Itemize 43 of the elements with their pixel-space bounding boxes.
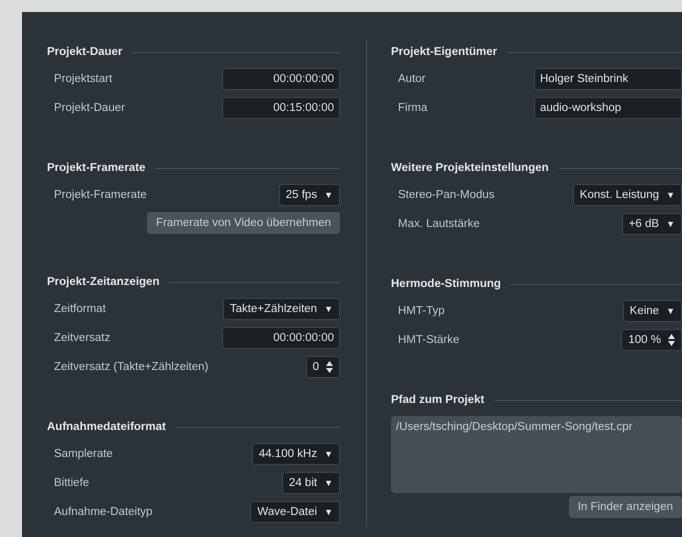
path-field[interactable]: /Users/tsching/Desktop/Summer-Song/test.cpr xyxy=(391,416,682,493)
dropdown[interactable]: Konst. Leistung ▼ xyxy=(572,184,682,206)
field-label: Projekt-Framerate xyxy=(54,188,147,200)
field-label: Max. Lautstärke xyxy=(398,218,480,230)
number-stepper[interactable]: 0 xyxy=(306,356,340,378)
field-label: HMT-Stärke xyxy=(398,334,460,346)
section-heading: Projekt-Dauer xyxy=(47,46,122,58)
section-heading: Pfad zum Projekt xyxy=(391,394,484,406)
stepper-icon[interactable] xyxy=(326,360,333,372)
field-label: Samplerate xyxy=(54,448,113,460)
section-heading: Projekt-Zeitanzeigen xyxy=(47,276,160,288)
dropdown[interactable]: Wave-Datei ▼ xyxy=(250,500,340,522)
field-label: Zeitversatz (Takte+Zählzeiten) xyxy=(54,360,208,372)
field-label: Projekt-Dauer xyxy=(54,102,125,114)
section-heading: Aufnahmedateiformat xyxy=(47,421,166,433)
time-field[interactable]: 00:15:00:00 xyxy=(222,96,340,118)
text-field[interactable]: Holger Steinbrink xyxy=(534,68,682,90)
field-label: Projektstart xyxy=(54,72,112,84)
dropdown[interactable]: Keine ▼ xyxy=(622,300,682,322)
field-label: Bittiefe xyxy=(54,476,90,488)
section-heading: Weitere Projekteinstellungen xyxy=(391,162,549,174)
field-label: Aufnahme-Dateityp xyxy=(54,506,152,518)
dropdown[interactable]: 25 fps ▼ xyxy=(278,184,340,206)
text-field[interactable]: audio-workshop xyxy=(534,96,682,118)
stepper-icon[interactable] xyxy=(668,334,675,346)
number-stepper[interactable]: 100 % xyxy=(621,328,682,350)
section-heading: Hermode-Stimmung xyxy=(391,278,501,290)
section-heading: Projekt-Eigentümer xyxy=(391,46,498,58)
action-button[interactable]: In Finder anzeigen xyxy=(568,496,682,518)
field-label: Zeitformat xyxy=(54,302,106,314)
time-field[interactable]: 00:00:00:00 xyxy=(222,68,340,90)
dropdown[interactable]: 24 bit ▼ xyxy=(282,472,340,494)
field-label: Stereo-Pan-Modus xyxy=(398,188,495,200)
field-label: Autor xyxy=(398,72,426,84)
field-label: Zeitversatz xyxy=(54,332,110,344)
action-button[interactable]: Framerate von Video übernehmen xyxy=(147,212,340,234)
section-heading: Projekt-Framerate xyxy=(47,162,146,174)
dropdown[interactable]: +6 dB ▼ xyxy=(622,212,682,234)
dropdown[interactable]: Takte+Zählzeiten ▼ xyxy=(222,298,340,320)
dropdown[interactable]: 44.100 kHz ▼ xyxy=(252,442,340,464)
field-label: HMT-Typ xyxy=(398,304,445,316)
time-field[interactable]: 00:00:00:00 xyxy=(222,326,340,348)
field-label: Firma xyxy=(398,102,428,114)
